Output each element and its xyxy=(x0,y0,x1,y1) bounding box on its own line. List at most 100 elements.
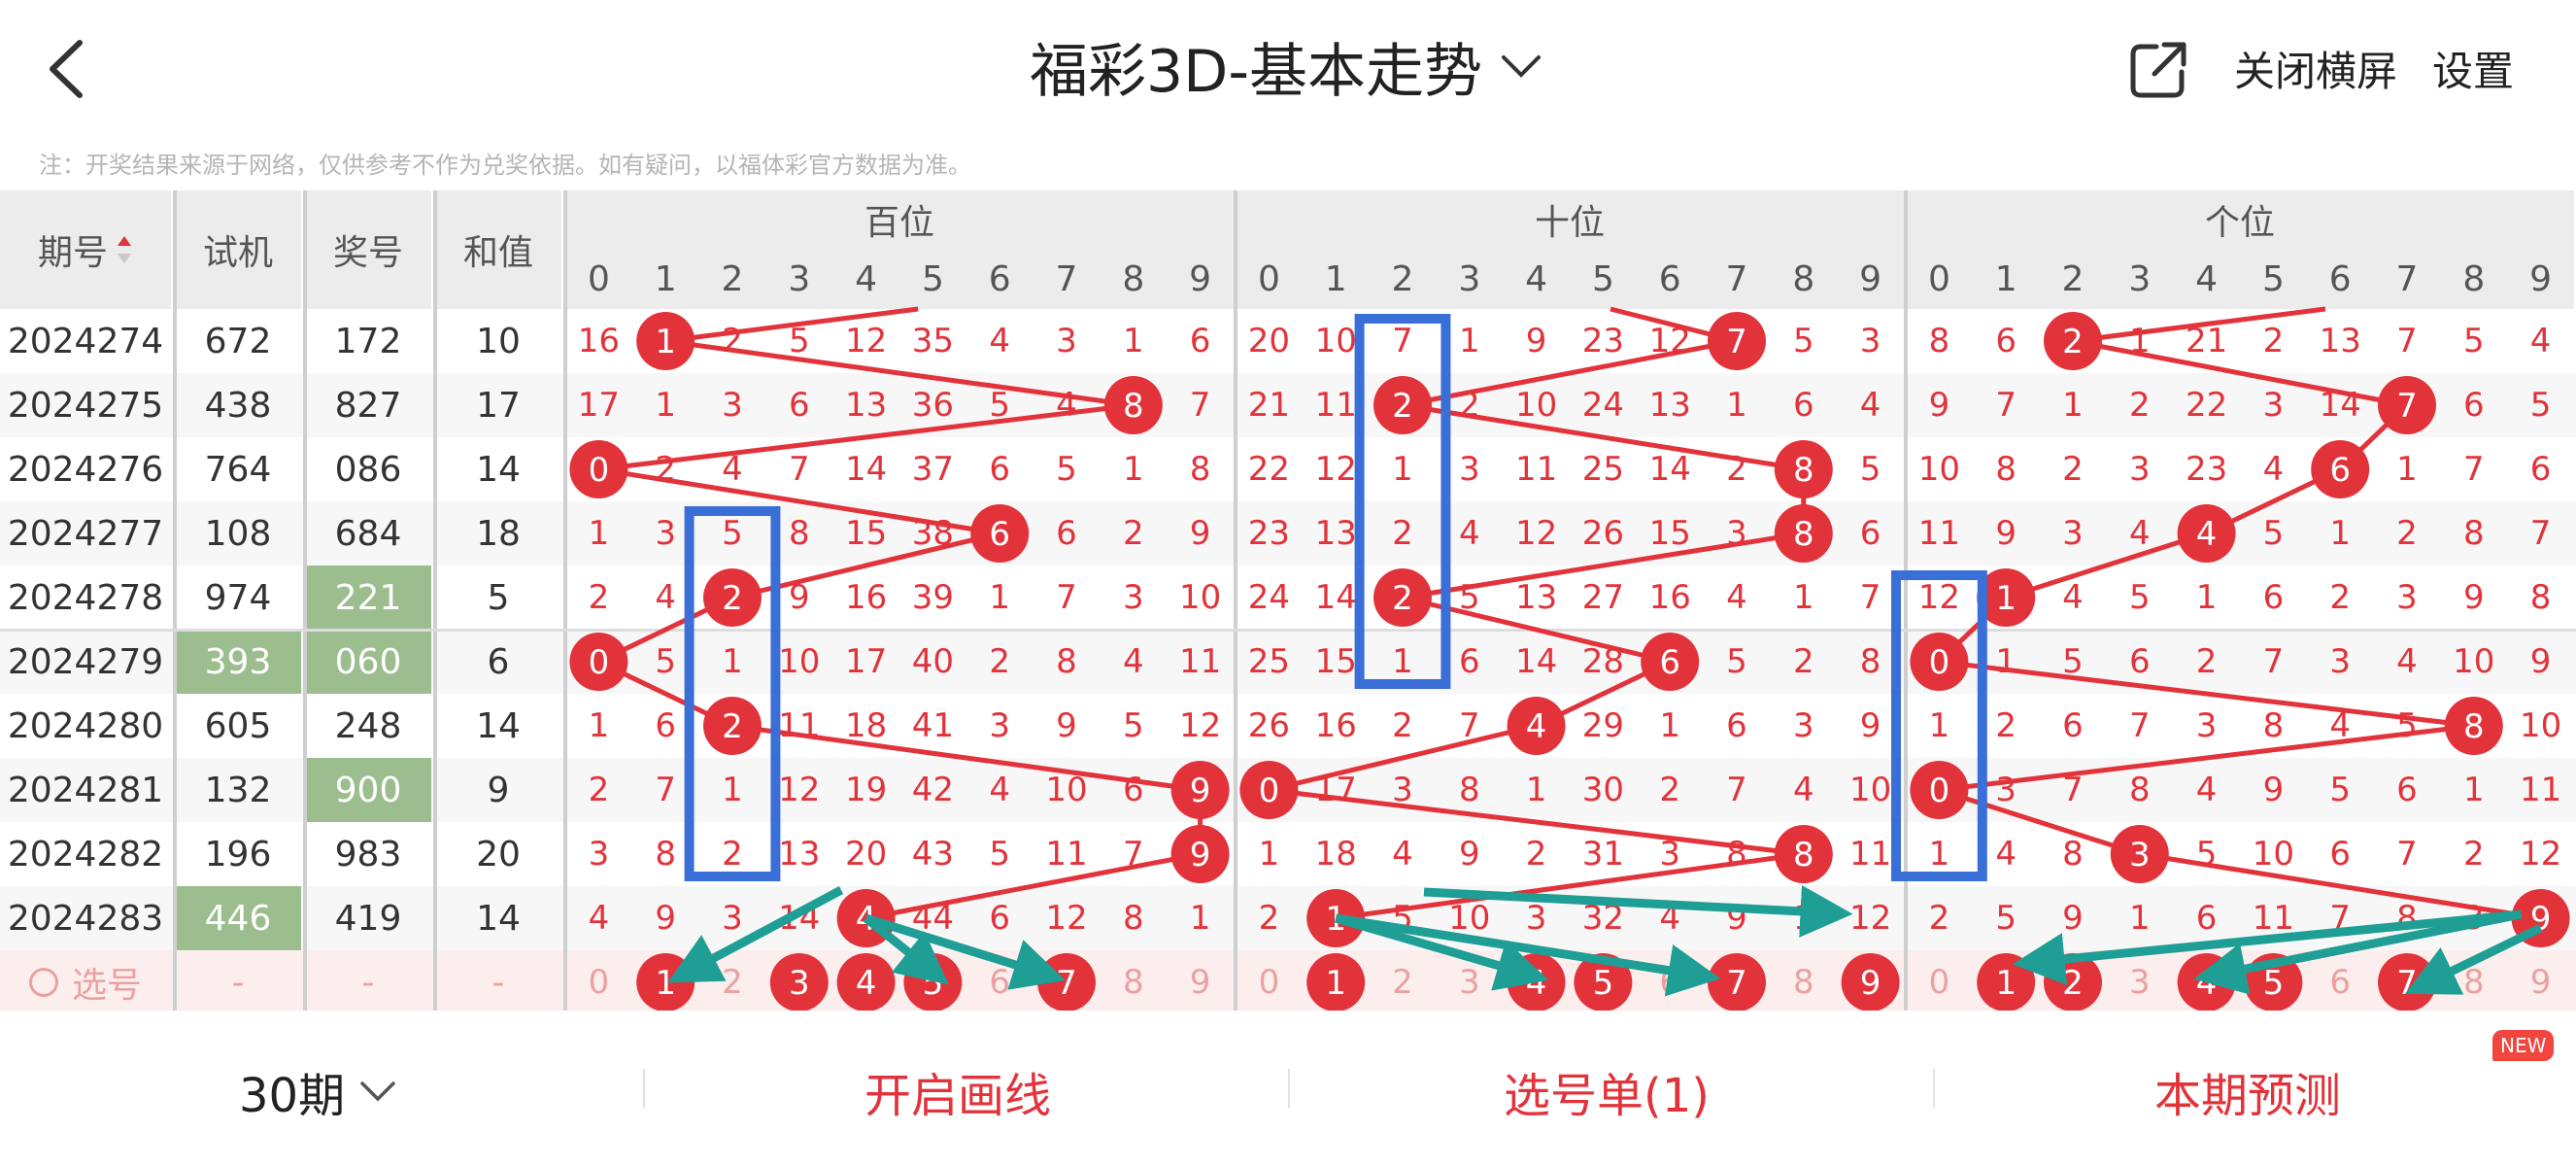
digit-option[interactable]: 2 xyxy=(1370,950,1437,1014)
digit-selected[interactable] xyxy=(2040,950,2107,1014)
miss-count: 12 xyxy=(1648,322,1691,360)
digit-option[interactable]: 9 xyxy=(2507,950,2574,1014)
digit-selected[interactable] xyxy=(2374,950,2441,1014)
miss-count: 1 xyxy=(2396,450,2418,489)
digit-option[interactable]: 6 xyxy=(966,950,1034,1014)
digit-option[interactable]: 3 xyxy=(2106,950,2173,1014)
cell-trial: 438 xyxy=(204,385,272,426)
miss-count: 9 xyxy=(655,899,677,938)
table-row: 2024278 974 221 5 2 4 2 9 16 39 1 7 3 10 24 14 2 5 13 27 16 4… xyxy=(0,566,2576,630)
title-area[interactable]: 福彩3D-基本走势 xyxy=(1030,27,1542,106)
digit-selected[interactable] xyxy=(2240,950,2307,1014)
miss-count: 2 xyxy=(2329,578,2352,617)
cell-sum: 6 xyxy=(487,641,510,682)
digit-option[interactable]: 6 xyxy=(2307,950,2374,1014)
digit-selected[interactable] xyxy=(1303,950,1370,1014)
separator xyxy=(643,1069,645,1108)
miss-count: 6 xyxy=(2128,642,2151,681)
digit-option[interactable]: 8 xyxy=(1770,950,1837,1014)
digit-selected[interactable] xyxy=(1034,950,1101,1014)
miss-count: 6 xyxy=(2195,899,2218,938)
miss-count: 2 xyxy=(1122,514,1144,553)
cell-issue: 2024280 xyxy=(7,705,164,746)
digit-selected[interactable] xyxy=(765,950,832,1014)
pick-list-button[interactable]: 选号单(1) xyxy=(1504,1057,1710,1125)
miss-count: 10 xyxy=(1314,322,1357,360)
miss-count: 5 xyxy=(722,514,743,553)
miss-count: 3 xyxy=(588,835,610,874)
miss-count: 20 xyxy=(1247,322,1291,360)
miss-count: 8 xyxy=(1726,835,1747,874)
digit-selected[interactable] xyxy=(899,950,966,1014)
miss-count: 2 xyxy=(722,578,743,617)
miss-count: 6 xyxy=(2529,450,2552,489)
digit-header: 9 xyxy=(1837,249,1904,309)
miss-count: 4 xyxy=(2195,771,2218,809)
digit-header: 3 xyxy=(1436,249,1504,309)
digit-selected[interactable] xyxy=(1503,950,1570,1014)
digit-header: 6 xyxy=(1636,249,1704,309)
digit-option[interactable]: 8 xyxy=(1100,950,1167,1014)
miss-count: 0 xyxy=(588,450,610,489)
share-icon[interactable] xyxy=(2127,39,2189,101)
chevron-down-icon[interactable] xyxy=(1500,51,1542,81)
miss-count: 6 xyxy=(1726,706,1747,745)
digit-header: 9 xyxy=(2507,249,2574,309)
digit-option[interactable]: 8 xyxy=(2440,950,2507,1014)
digit-option[interactable]: 0 xyxy=(1236,950,1303,1014)
cell-select-label[interactable]: 选号 xyxy=(0,950,171,1014)
miss-count: 2 xyxy=(2262,322,2285,360)
close-landscape-button[interactable]: 关闭横屏 xyxy=(2234,39,2397,98)
column-header-prize: 奖号 xyxy=(305,190,431,309)
digit-selected[interactable] xyxy=(1973,950,2040,1014)
miss-count: 1 xyxy=(2195,578,2218,617)
cell-sum: 9 xyxy=(487,770,510,810)
back-arrow-icon[interactable] xyxy=(39,35,97,103)
digit-option[interactable]: 2 xyxy=(699,950,766,1014)
miss-count: 5 xyxy=(1726,642,1747,681)
digit-option[interactable]: 0 xyxy=(565,950,632,1014)
cell-sum: - xyxy=(491,962,505,1003)
miss-count: 35 xyxy=(911,322,955,360)
digit-selected[interactable] xyxy=(632,950,699,1014)
miss-count: 7 xyxy=(2128,706,2151,745)
miss-count: 5 xyxy=(788,322,810,360)
column-header-label: 奖号 xyxy=(332,233,403,273)
digit-selected[interactable] xyxy=(832,950,899,1014)
digit-option[interactable]: 3 xyxy=(1436,950,1503,1014)
miss-count: 4 xyxy=(2062,578,2084,617)
miss-count: 2 xyxy=(1659,771,1681,809)
digit-selected[interactable] xyxy=(1570,950,1637,1014)
digit-option[interactable]: 0 xyxy=(1906,950,1973,1014)
digit-option[interactable]: 9 xyxy=(1167,950,1234,1014)
settings-button[interactable]: 设置 xyxy=(2432,39,2514,98)
period-selector[interactable]: 30期 xyxy=(239,1057,397,1125)
table-row: 2024274 672 172 10 16 1 2 5 12 35 4 3 1 6 20 10 7 1 9 23 12 7… xyxy=(0,309,2576,373)
cell-issue: 2024276 xyxy=(7,449,164,490)
miss-count: 7 xyxy=(788,450,810,489)
miss-count: 2 xyxy=(655,450,677,489)
miss-count: 12 xyxy=(1917,578,1961,617)
select-radio-icon[interactable] xyxy=(28,968,58,997)
miss-count: 2 xyxy=(1392,578,1413,617)
miss-count: 8 xyxy=(655,835,677,874)
digit-selected[interactable] xyxy=(1704,950,1771,1014)
miss-count: 8 xyxy=(1859,642,1881,681)
digit-option[interactable]: 6 xyxy=(1637,950,1704,1014)
digit-selected[interactable] xyxy=(2173,950,2240,1014)
cell-sum: 10 xyxy=(476,321,521,361)
digit-selected[interactable] xyxy=(1837,950,1904,1014)
digit-header: 6 xyxy=(2306,249,2374,309)
miss-count: 40 xyxy=(911,642,955,681)
column-header-issue[interactable]: 期号 xyxy=(0,190,171,309)
digit-header: 9 xyxy=(1167,249,1234,309)
prediction-button[interactable]: 本期预测 xyxy=(2154,1057,2341,1125)
draw-lines-button[interactable]: 开启画线 xyxy=(864,1057,1051,1125)
cell-sum: 14 xyxy=(476,898,521,939)
miss-count: 8 xyxy=(1458,771,1480,809)
digit-header: 4 xyxy=(1503,249,1570,309)
miss-count: 32 xyxy=(1581,899,1625,938)
cell-issue: 2024283 xyxy=(7,898,164,939)
miss-count: 8 xyxy=(2062,835,2084,874)
miss-count: 10 xyxy=(778,642,821,681)
